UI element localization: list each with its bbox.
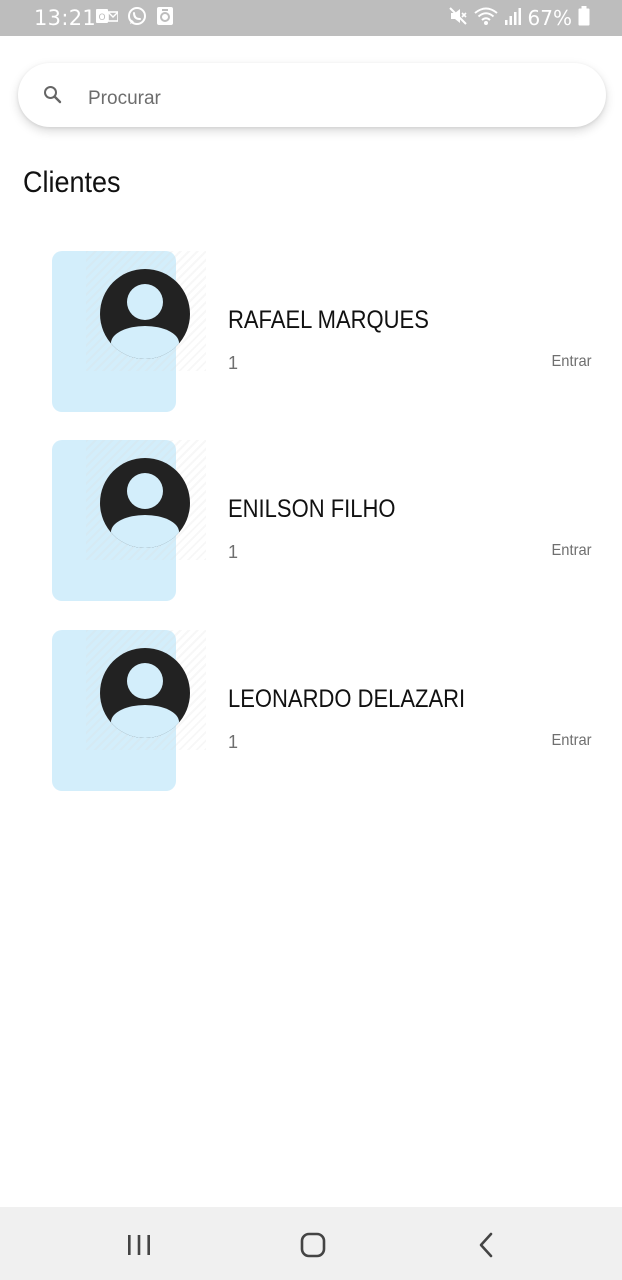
mute-icon bbox=[448, 6, 468, 31]
system-icons: 67% bbox=[448, 5, 590, 31]
status-bar: 13:21 O 67% bbox=[0, 0, 622, 36]
client-name: ENILSON FILHO bbox=[228, 495, 396, 523]
battery-icon bbox=[578, 5, 590, 31]
wifi-icon bbox=[473, 6, 498, 31]
enter-button[interactable]: Entrar bbox=[552, 732, 592, 750]
system-nav-bar bbox=[0, 1207, 622, 1280]
home-icon[interactable] bbox=[293, 1225, 333, 1265]
recents-icon[interactable] bbox=[119, 1225, 159, 1265]
avatar-icon bbox=[100, 458, 190, 548]
client-name: RAFAEL MARQUES bbox=[228, 306, 429, 334]
search-bar[interactable] bbox=[18, 63, 606, 127]
avatar-icon bbox=[100, 269, 190, 359]
page-title: Clientes bbox=[23, 166, 121, 199]
signal-icon bbox=[504, 6, 522, 31]
whatsapp-icon bbox=[127, 6, 147, 31]
client-count: 1 bbox=[228, 732, 239, 752]
clip-icon bbox=[156, 6, 174, 31]
svg-text:O: O bbox=[98, 13, 105, 23]
outlook-icon: O bbox=[96, 7, 119, 30]
search-icon bbox=[42, 84, 64, 106]
back-icon[interactable] bbox=[467, 1225, 507, 1265]
client-count: 1 bbox=[228, 542, 239, 562]
client-card[interactable]: ENILSON FILHO 1 Entrar bbox=[0, 440, 622, 602]
client-card[interactable]: RAFAEL MARQUES 1 Entrar bbox=[0, 251, 622, 413]
notification-icons: O bbox=[96, 6, 174, 31]
client-name: LEONARDO DELAZARI bbox=[228, 685, 466, 713]
status-time: 13:21 bbox=[34, 6, 97, 30]
avatar-icon bbox=[100, 648, 190, 738]
search-input[interactable] bbox=[88, 77, 568, 117]
client-count: 1 bbox=[228, 353, 239, 373]
enter-button[interactable]: Entrar bbox=[552, 353, 592, 371]
enter-button[interactable]: Entrar bbox=[552, 542, 592, 560]
client-card[interactable]: LEONARDO DELAZARI 1 Entrar bbox=[0, 630, 622, 792]
battery-percent: 67% bbox=[527, 6, 572, 30]
